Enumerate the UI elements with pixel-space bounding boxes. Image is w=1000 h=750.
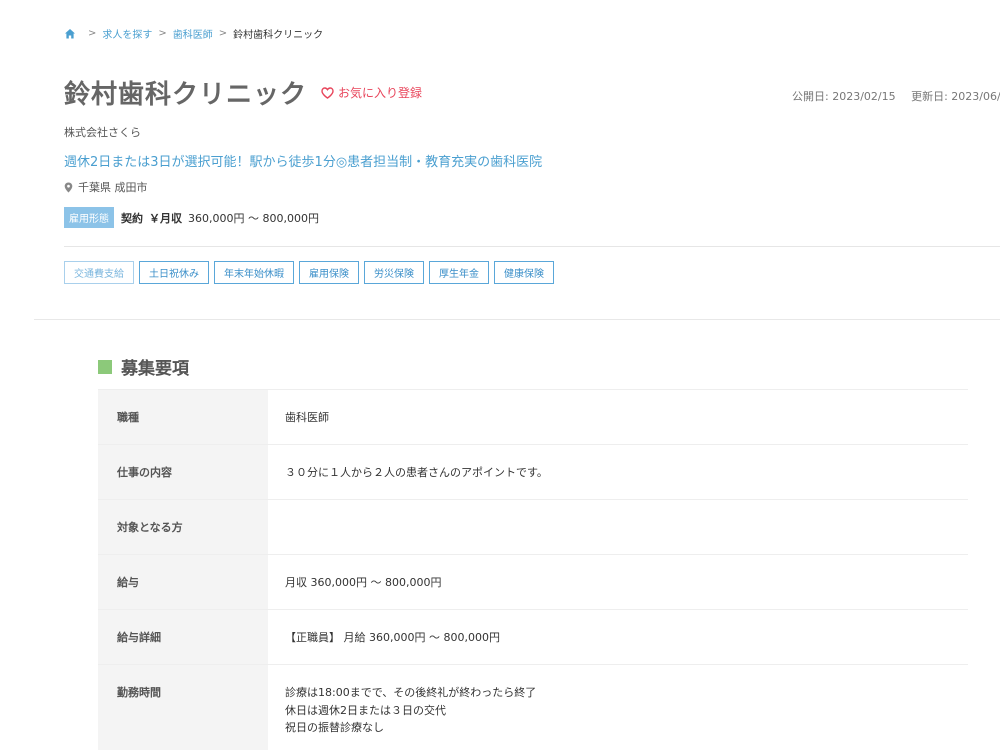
company-name: 株式会社さくら (64, 126, 141, 139)
row-value: 【正職員】 月給 360,000円 〜 800,000円 (285, 631, 500, 644)
location-text: 千葉県 成田市 (78, 181, 148, 194)
catch-copy: 週休2日または3日が選択可能！駅から徒歩1分◎患者担当制・教育充実の歯科医院 (64, 155, 543, 170)
divider (64, 246, 1000, 247)
row-label: 給与詳細 (98, 610, 268, 664)
benefit-tag: 交通費支給 (64, 261, 134, 284)
home-icon[interactable] (64, 28, 76, 40)
breadcrumb-current: 鈴村歯科クリニック (233, 30, 324, 41)
table-row: 給与詳細 【正職員】 月給 360,000円 〜 800,000円 (98, 610, 968, 665)
updated-date: 更新日: 2023/06/30 (911, 90, 1000, 103)
row-value: 歯科医師 (285, 411, 329, 424)
breadcrumb-link-dentist[interactable]: 歯科医師 (173, 26, 213, 41)
benefit-tag: 年末年始休暇 (214, 261, 294, 284)
section-title: 募集要項 (98, 354, 189, 379)
heart-icon (321, 86, 334, 99)
row-label: 職種 (98, 390, 268, 444)
row-label: 給与 (98, 555, 268, 609)
dates: 公開日: 2023/02/15 更新日: 2023/06/30 (792, 88, 1000, 104)
row-value (268, 500, 968, 554)
row-value: 診療は18:00までで、その後終礼が終わったら終了 休日は週休2日または３日の交… (268, 665, 968, 750)
row-label: 勤務時間 (98, 665, 268, 750)
breadcrumb-separator: > (218, 28, 228, 39)
table-row: 対象となる方 (98, 500, 968, 555)
divider (34, 319, 1000, 320)
table-row: 給与 月収 360,000円 〜 800,000円 (98, 555, 968, 610)
section-title-text: 募集要項 (121, 359, 189, 379)
location: 千葉県 成田市 (64, 179, 148, 195)
map-pin-icon (64, 182, 73, 192)
benefit-tag: 労災保険 (364, 261, 424, 284)
section-marker (98, 359, 112, 374)
table-row: 仕事の内容 ３０分に１人から２人の患者さんのアポイントです。 (98, 445, 968, 500)
salary-label: ￥月収 (149, 211, 182, 225)
employment-info: 雇用形態 契約 ￥月収 360,000円 〜 800,000円 (64, 207, 319, 228)
favorite-label: お気に入り登録 (338, 86, 423, 100)
favorite-button[interactable]: お気に入り登録 (321, 84, 422, 101)
published-date: 公開日: 2023/02/15 (792, 90, 896, 103)
row-value-line: 休日は週休2日または３日の交代 (285, 703, 446, 717)
employment-tag: 雇用形態 (64, 207, 114, 228)
row-label: 仕事の内容 (98, 445, 268, 499)
breadcrumb-link-search[interactable]: 求人を探す (102, 26, 152, 41)
benefit-tag: 土日祝休み (139, 261, 209, 284)
salary-range: 360,000円 〜 800,000円 (188, 211, 319, 225)
row-label: 対象となる方 (98, 500, 268, 554)
row-value-line: 祝日の振替診療なし (285, 721, 384, 735)
benefit-tag: 雇用保険 (299, 261, 359, 284)
row-value: ３０分に１人から２人の患者さんのアポイントです。 (285, 466, 548, 479)
benefit-tags: 交通費支給 土日祝休み 年末年始休暇 雇用保険 労災保険 厚生年金 健康保険 (64, 261, 559, 284)
breadcrumb-separator: > (158, 28, 167, 39)
row-value: 月収 360,000円 〜 800,000円 (285, 576, 442, 589)
page-title: 鈴村歯科クリニック (64, 80, 308, 110)
benefit-tag: 健康保険 (494, 261, 554, 284)
table-row: 職種 歯科医師 (98, 390, 968, 445)
breadcrumb-separator: > (88, 28, 97, 39)
breadcrumb: > 求人を探す > 歯科医師 > 鈴村歯科クリニック (64, 26, 323, 41)
benefit-tag: 厚生年金 (429, 261, 489, 284)
table-row: 勤務時間 診療は18:00までで、その後終礼が終わったら終了 休日は週休2日また… (98, 665, 968, 750)
title-row: 鈴村歯科クリニック お気に入り登録 (64, 74, 422, 111)
employment-type: 契約 (121, 211, 143, 225)
row-value-line: 診療は18:00までで、その後終礼が終わったら終了 (285, 686, 537, 699)
requirements-table: 職種 歯科医師 仕事の内容 ３０分に１人から２人の患者さんのアポイントです。 対… (98, 389, 968, 750)
